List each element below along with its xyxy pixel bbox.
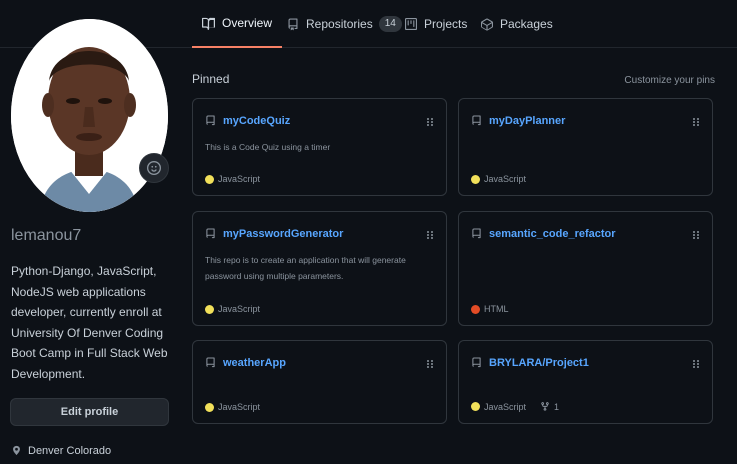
tab-repositories-label: Repositories: [306, 17, 373, 31]
smiley-icon: [147, 161, 161, 175]
repo-name-link[interactable]: myPasswordGenerator: [223, 228, 343, 240]
pinned-repo-card: myPasswordGenerator This repo is to crea…: [192, 211, 447, 326]
drag-handle-icon[interactable]: [426, 117, 434, 127]
repo-icon: [472, 228, 481, 239]
repo-name-link[interactable]: myDayPlanner: [489, 115, 565, 127]
profile-bio: Python-Django, JavaScript, NodeJS web ap…: [11, 264, 168, 381]
repo-name-link[interactable]: semantic_code_refactor: [489, 228, 616, 240]
pinned-repo-card: BRYLARA/Project1 JavaScript 1: [458, 340, 713, 424]
drag-handle-icon[interactable]: [692, 230, 700, 240]
repo-icon: [206, 357, 215, 368]
repo-language: JavaScript: [484, 174, 527, 184]
location-text: Denver Colorado: [28, 445, 112, 457]
username: lemanou7: [11, 227, 82, 244]
pinned-repo-card: myDayPlanner JavaScript: [458, 98, 713, 196]
book-icon: [202, 17, 215, 30]
repo-meta: JavaScript 1: [471, 401, 559, 412]
drag-handle-icon[interactable]: [692, 359, 700, 369]
edit-profile-button[interactable]: Edit profile: [10, 398, 169, 426]
repo-language: JavaScript: [218, 304, 261, 314]
pinned-repo-card: semantic_code_refactor HTML: [458, 211, 713, 326]
tab-packages-label: Packages: [500, 17, 553, 31]
tab-overview-label: Overview: [222, 16, 273, 30]
drag-handle-icon[interactable]: [426, 230, 434, 240]
avatar-photo: [11, 19, 168, 212]
repo-name-link[interactable]: weatherApp: [223, 357, 286, 369]
project-icon: [405, 18, 417, 30]
fork-icon: [541, 402, 549, 411]
tab-projects-label: Projects: [424, 17, 468, 31]
pinned-repo-card: weatherApp JavaScript: [192, 340, 447, 424]
repo-meta: JavaScript: [205, 402, 260, 412]
customize-pins-link[interactable]: Customize your pins: [624, 75, 715, 86]
pinned-title: Pinned: [192, 72, 230, 86]
repo-language: JavaScript: [218, 174, 261, 184]
drag-handle-icon[interactable]: [426, 359, 434, 369]
repo-meta: HTML: [471, 304, 509, 314]
language-color-dot: [471, 304, 480, 314]
language-color-dot: [205, 174, 214, 184]
repo-language: JavaScript: [218, 402, 261, 412]
repo-meta: JavaScript: [205, 304, 260, 314]
repo-name-link[interactable]: BRYLARA/Project1: [489, 357, 589, 369]
repo-title: BRYLARA/Project1: [471, 357, 589, 369]
language-color-dot: [471, 402, 480, 411]
repo-meta: JavaScript: [471, 174, 526, 184]
repo-icon: [288, 18, 298, 30]
tab-repositories[interactable]: Repositories 14: [287, 0, 402, 48]
repo-icon: [206, 228, 215, 239]
package-icon: [481, 17, 493, 31]
repo-title: weatherApp: [205, 357, 286, 369]
repo-title: myCodeQuiz: [205, 115, 290, 127]
repo-icon: [472, 115, 481, 126]
location: Denver Colorado: [11, 445, 111, 457]
repo-icon: [472, 357, 481, 368]
repo-language: HTML: [484, 304, 509, 314]
pinned-repo-card: myCodeQuiz This is a Code Quiz using a t…: [192, 98, 447, 196]
repo-language: JavaScript: [484, 401, 527, 412]
repo-meta: JavaScript: [205, 174, 260, 184]
repo-title: semantic_code_refactor: [471, 228, 616, 240]
repo-description: This is a Code Quiz using a timer: [205, 142, 331, 152]
repo-title: myPasswordGenerator: [205, 228, 343, 240]
repositories-count-badge: 14: [378, 16, 402, 32]
fork-count: 1: [554, 401, 560, 412]
tab-overview[interactable]: Overview: [192, 0, 283, 48]
tab-projects[interactable]: Projects: [405, 0, 467, 48]
repo-description: This repo is to create an application th…: [205, 255, 406, 281]
avatar[interactable]: [11, 19, 168, 212]
language-color-dot: [471, 174, 480, 184]
repo-title: myDayPlanner: [471, 115, 565, 127]
language-color-dot: [205, 304, 214, 314]
language-color-dot: [205, 402, 214, 412]
set-status-button[interactable]: [139, 153, 169, 183]
repo-name-link[interactable]: myCodeQuiz: [223, 115, 290, 127]
repo-icon: [206, 115, 215, 126]
tab-packages[interactable]: Packages: [481, 0, 553, 48]
forks-link[interactable]: 1: [540, 401, 559, 412]
drag-handle-icon[interactable]: [692, 117, 700, 127]
location-icon: [13, 445, 20, 456]
